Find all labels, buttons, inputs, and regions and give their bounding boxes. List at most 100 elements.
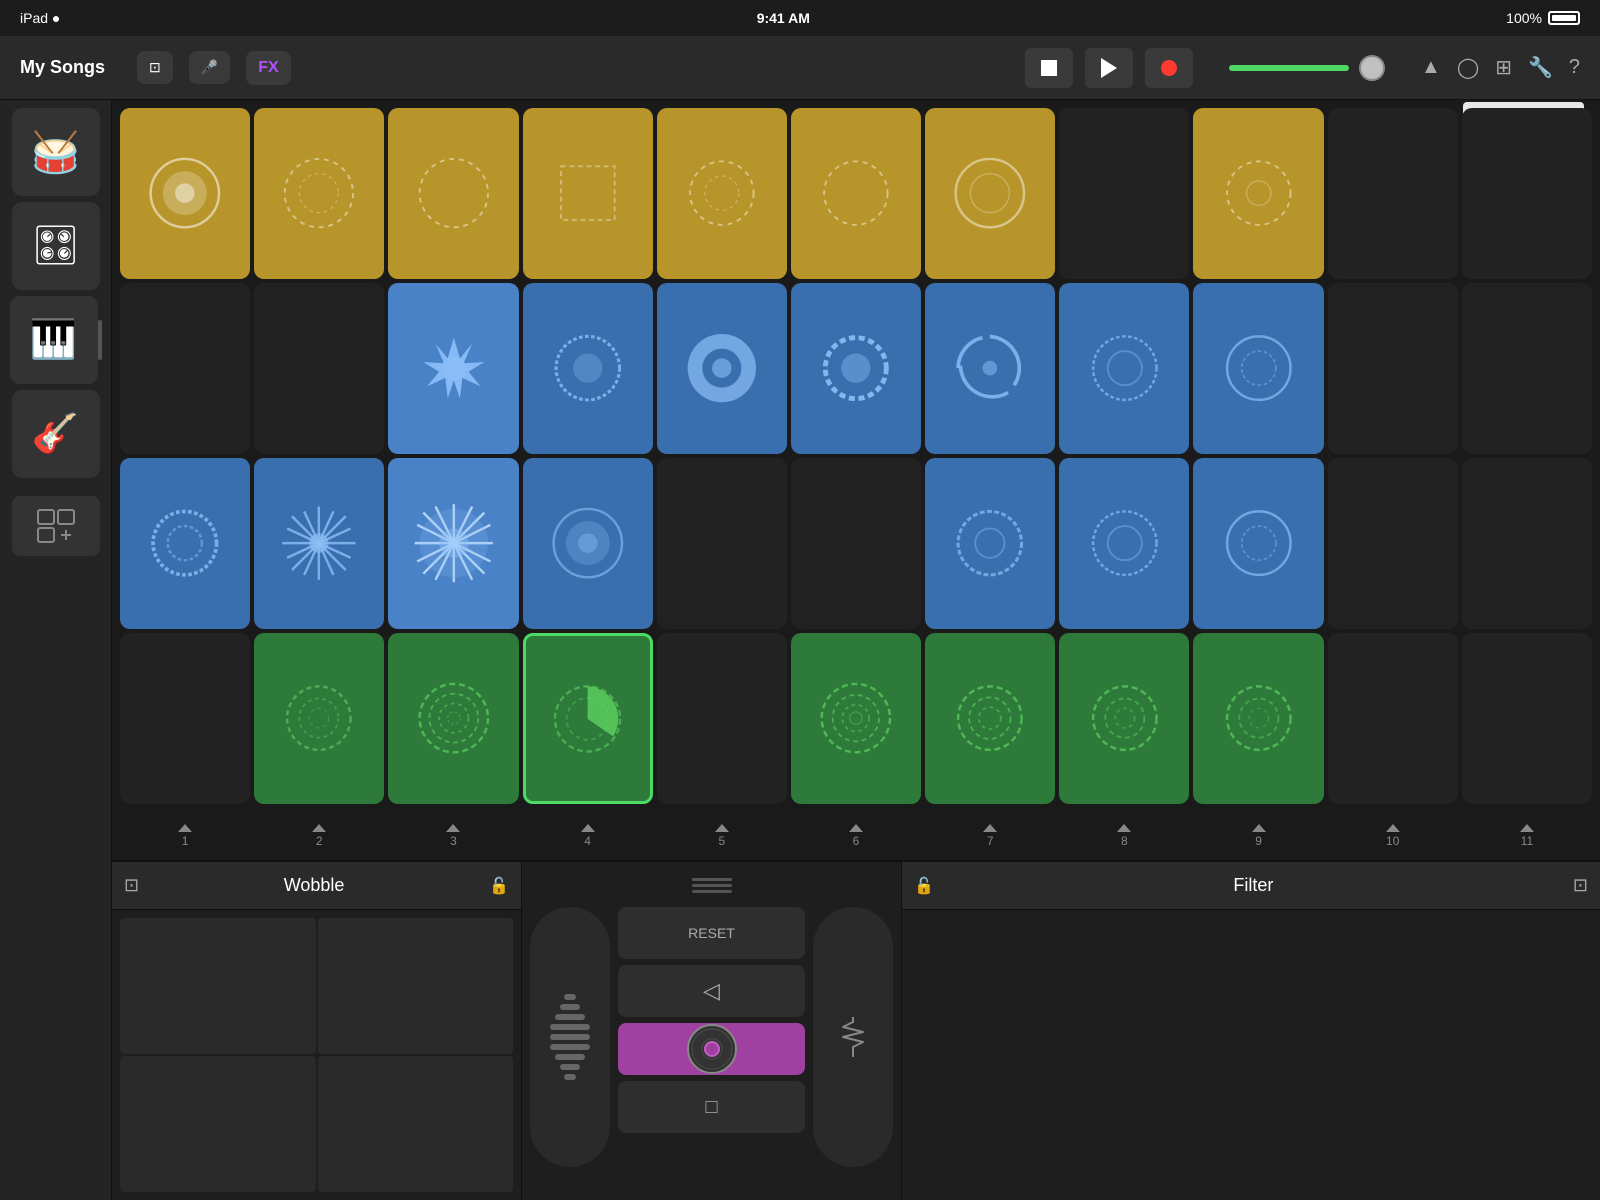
col-number-8: 8 [1121, 834, 1128, 848]
wobble-q4[interactable] [318, 1056, 514, 1192]
col-3[interactable]: 3 [388, 816, 518, 856]
col-10[interactable]: 10 [1328, 816, 1458, 856]
split-view-button[interactable]: ⊡ [137, 51, 173, 84]
pad-r4-c5[interactable] [657, 633, 787, 804]
scene-view-button[interactable] [12, 496, 100, 556]
pad-r2-c6[interactable] [791, 283, 921, 454]
col-2[interactable]: 2 [254, 816, 384, 856]
volume-slider[interactable] [1229, 65, 1349, 71]
pad-r1-c3[interactable] [388, 108, 518, 279]
pad-r4-c4[interactable] [523, 633, 653, 804]
pad-r4-c6[interactable] [791, 633, 921, 804]
pad-r1-c2[interactable] [254, 108, 384, 279]
filter-content-wrap[interactable]: Cutoff Resonance [902, 910, 1600, 1200]
record-button[interactable] [1145, 48, 1193, 88]
col-number-5: 5 [718, 834, 725, 848]
sidebar-item-bass[interactable]: 🎸 [12, 390, 100, 478]
pad-r2-c8[interactable] [1059, 283, 1189, 454]
help-icon[interactable]: ? [1569, 56, 1580, 79]
wobble-q3[interactable] [120, 1056, 316, 1192]
filter-lock-icon[interactable]: 🔓 [914, 876, 934, 896]
col-6[interactable]: 6 [791, 816, 921, 856]
pad-r3-c11[interactable] [1462, 458, 1592, 629]
play-button[interactable] [1085, 48, 1133, 88]
pad-r3-c2[interactable] [254, 458, 384, 629]
pad-r2-c4[interactable] [523, 283, 653, 454]
pad-r1-c8[interactable] [1059, 108, 1189, 279]
wobble-title: Wobble [149, 875, 479, 896]
col-9[interactable]: 9 [1193, 816, 1323, 856]
my-songs-button[interactable]: My Songs [20, 57, 105, 78]
col-11[interactable]: 11 [1462, 816, 1592, 856]
record-button-panel[interactable] [618, 1023, 805, 1075]
pad-pattern-r3c2 [270, 479, 368, 607]
stop-button[interactable] [1025, 48, 1073, 88]
left-slider[interactable] [530, 907, 610, 1167]
col-number-10: 10 [1386, 834, 1399, 848]
pad-r3-c8[interactable] [1059, 458, 1189, 629]
pad-r1-c6[interactable] [791, 108, 921, 279]
play-reverse-button[interactable]: ◁ [618, 965, 805, 1017]
pad-r1-c11[interactable] [1462, 108, 1592, 279]
stop-button-panel[interactable]: □ [618, 1081, 805, 1133]
pad-r3-c10[interactable] [1328, 458, 1458, 629]
filter-instrument-icon[interactable]: ⊡ [1573, 875, 1588, 896]
metronome-icon[interactable]: ▲ [1421, 56, 1441, 79]
pad-r1-c5[interactable] [657, 108, 787, 279]
pad-r4-c10[interactable] [1328, 633, 1458, 804]
wobble-lock-icon[interactable]: 🔓 [489, 876, 509, 896]
sidebar-item-synth[interactable]: 🎹 [10, 296, 98, 384]
col-4[interactable]: 4 [523, 816, 653, 856]
pad-r2-c10[interactable] [1328, 283, 1458, 454]
drag-handle[interactable] [692, 870, 732, 901]
pad-r4-c11[interactable] [1462, 633, 1592, 804]
pad-r4-c3[interactable] [388, 633, 518, 804]
wobble-q1[interactable] [120, 918, 316, 1054]
pad-r4-c9[interactable] [1193, 633, 1323, 804]
pad-r3-c4[interactable] [523, 458, 653, 629]
pad-r4-c1[interactable] [120, 633, 250, 804]
pad-r2-c3[interactable] [388, 283, 518, 454]
pad-r3-c5[interactable] [657, 458, 787, 629]
pad-r1-c4[interactable] [523, 108, 653, 279]
pad-r4-c8[interactable] [1059, 633, 1189, 804]
pad-pattern-r4c6 [807, 654, 905, 782]
wrench-icon[interactable]: 🔧 [1528, 55, 1553, 80]
col-1[interactable]: 1 [120, 816, 250, 856]
pad-r2-c11[interactable] [1462, 283, 1592, 454]
pad-r1-c10[interactable] [1328, 108, 1458, 279]
pad-r3-c7[interactable] [925, 458, 1055, 629]
sidebar-item-drums[interactable]: 🥁 [12, 108, 100, 196]
drag-handle[interactable] [98, 320, 102, 360]
pad-r1-c9[interactable] [1193, 108, 1323, 279]
pad-r1-c1[interactable] [120, 108, 250, 279]
pad-r3-c9[interactable] [1193, 458, 1323, 629]
reset-button[interactable]: RESET [618, 907, 805, 959]
pad-r4-c7[interactable] [925, 633, 1055, 804]
pad-r4-c2[interactable] [254, 633, 384, 804]
pad-r3-c6[interactable] [791, 458, 921, 629]
pad-r2-c1[interactable] [120, 283, 250, 454]
pad-r2-c9[interactable] [1193, 283, 1323, 454]
pad-r2-c7[interactable] [925, 283, 1055, 454]
volume-knob[interactable] [1359, 55, 1385, 81]
pad-r2-c5[interactable] [657, 283, 787, 454]
mixer-icon[interactable]: ⊞ [1495, 55, 1512, 80]
col-5[interactable]: 5 [657, 816, 787, 856]
pad-r2-c2[interactable] [254, 283, 384, 454]
slider-bar-5 [550, 1034, 590, 1040]
battery-label: 100% [1506, 10, 1542, 26]
pad-r3-c3[interactable] [388, 458, 518, 629]
pad-r3-c1[interactable] [120, 458, 250, 629]
headphone-icon[interactable]: ◯ [1457, 55, 1479, 80]
col-8[interactable]: 8 [1059, 816, 1189, 856]
slider-bar-1 [564, 994, 576, 1000]
wobble-instrument-icon[interactable]: ⊡ [124, 875, 139, 896]
right-slider[interactable] [813, 907, 893, 1167]
col-7[interactable]: 7 [925, 816, 1055, 856]
wobble-q2[interactable] [318, 918, 514, 1054]
pad-r1-c7[interactable] [925, 108, 1055, 279]
mic-button[interactable]: 🎤 [189, 51, 230, 84]
fx-button[interactable]: FX [246, 51, 290, 85]
sidebar-item-beatmachine[interactable]: 🎛 [12, 202, 100, 290]
